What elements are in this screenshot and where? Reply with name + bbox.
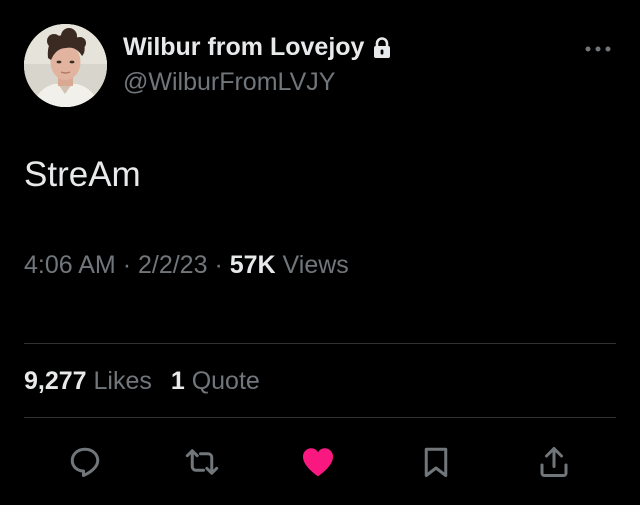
divider bbox=[24, 417, 616, 418]
author-handle[interactable]: @WilburFromLVJY bbox=[123, 68, 335, 97]
tweet-meta: 4:06 AM · 2/2/23 · 57K Views bbox=[24, 251, 349, 280]
quotes-count: 1 bbox=[170, 367, 185, 395]
heart-icon bbox=[302, 448, 334, 477]
retweet-icon bbox=[185, 449, 219, 475]
more-options-icon[interactable] bbox=[582, 40, 614, 58]
meta-separator: · bbox=[122, 251, 132, 279]
avatar[interactable] bbox=[24, 24, 107, 107]
meta-separator: · bbox=[214, 251, 223, 279]
likes-stat[interactable]: 9,277 Likes bbox=[24, 367, 152, 396]
tweet-detail: Wilbur from Lovejoy @WilburFromLVJY Stre… bbox=[0, 0, 640, 505]
profile-photo-icon bbox=[24, 24, 107, 107]
bookmark-button[interactable] bbox=[414, 440, 458, 484]
reply-icon bbox=[70, 447, 100, 477]
author-name-row[interactable]: Wilbur from Lovejoy bbox=[123, 33, 392, 62]
divider bbox=[24, 343, 616, 344]
likes-label: Likes bbox=[93, 367, 152, 395]
tweet-date[interactable]: 2/2/23 bbox=[138, 251, 208, 279]
lock-icon bbox=[372, 36, 392, 59]
likes-count: 9,277 bbox=[24, 367, 87, 395]
views-count: 57K bbox=[229, 251, 276, 279]
views-label: Views bbox=[282, 251, 349, 279]
like-button[interactable] bbox=[296, 440, 340, 484]
tweet-text: StreAm bbox=[24, 155, 141, 194]
share-button[interactable] bbox=[532, 440, 576, 484]
bookmark-icon bbox=[424, 447, 448, 477]
tweet-time[interactable]: 4:06 AM bbox=[24, 251, 116, 279]
quotes-stat[interactable]: 1 Quote bbox=[171, 367, 260, 396]
action-bar bbox=[0, 440, 640, 484]
author-display-name[interactable]: Wilbur from Lovejoy bbox=[123, 33, 364, 62]
quotes-label: Quote bbox=[191, 367, 260, 395]
retweet-button[interactable] bbox=[180, 440, 224, 484]
engagement-stats: 9,277 Likes 1 Quote bbox=[24, 367, 272, 396]
share-icon bbox=[540, 447, 568, 477]
reply-button[interactable] bbox=[63, 440, 107, 484]
